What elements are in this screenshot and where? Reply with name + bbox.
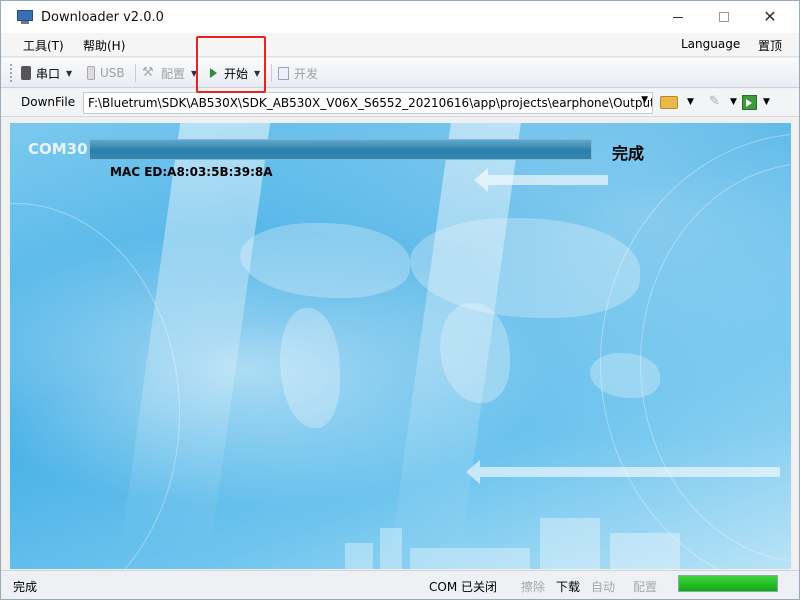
toolbar-grip[interactable] <box>10 64 13 82</box>
maximize-button[interactable] <box>701 1 747 33</box>
arrow-decoration <box>474 168 608 192</box>
minimize-button[interactable] <box>655 1 701 33</box>
menu-help[interactable]: 帮助(H) <box>83 37 125 54</box>
download-progress-fill <box>90 140 591 159</box>
download-status: 完成 <box>612 144 645 163</box>
tile-decoration <box>345 543 373 569</box>
com-port-label: COM30 <box>28 140 88 158</box>
toolbar-separator <box>135 64 136 82</box>
close-button[interactable]: ✕ <box>747 1 793 33</box>
usb-icon <box>87 66 95 80</box>
status-bar: 完成 COM 已关闭 擦除 下载 自动 配置 <box>1 570 799 599</box>
toolbar-separator <box>271 64 272 82</box>
menu-always-on-top[interactable]: 置顶 <box>758 37 782 54</box>
pen-dropdown-icon[interactable]: ▼ <box>730 97 737 107</box>
folder-dropdown-icon[interactable]: ▼ <box>687 97 694 107</box>
arrow-decoration <box>466 460 780 484</box>
menu-tools[interactable]: 工具(T) <box>23 37 64 54</box>
config-button[interactable]: ⚒ 配置 ▼ <box>142 62 197 84</box>
status-progress-bar <box>678 575 778 592</box>
download-file-bar: DownFile F:\Bluetrum\SDK\AB530X\SDK_AB53… <box>1 89 799 117</box>
develop-label: 开发 <box>294 66 319 81</box>
menu-bar: 工具(T) 帮助(H) Language 置顶 <box>1 33 799 57</box>
highlight-annotation <box>196 36 266 93</box>
tools-icon: ⚒ <box>142 65 154 80</box>
download-panel: COM30 完成 MAC ED:A8:03:5B:39:8A <box>10 123 791 569</box>
develop-button[interactable]: 开发 <box>278 62 318 84</box>
export-dropdown-icon[interactable]: ▼ <box>763 97 770 107</box>
folder-icon[interactable] <box>660 96 678 109</box>
export-icon[interactable] <box>742 95 757 110</box>
usb-label: USB <box>100 66 125 80</box>
serial-button[interactable]: 串口 ▼ <box>21 62 72 84</box>
usb-button[interactable]: USB <box>87 62 125 84</box>
map-decoration <box>240 223 410 298</box>
config-label: 配置 <box>161 66 186 81</box>
download-path-combobox[interactable]: F:\Bluetrum\SDK\AB530X\SDK_AB530X_V06X_S… <box>83 92 653 114</box>
statusbar-config-button[interactable]: 配置 <box>633 578 657 595</box>
map-decoration <box>280 308 340 428</box>
com-state: COM 已关闭 <box>429 580 497 594</box>
doc-icon <box>278 66 289 80</box>
maximize-icon <box>719 12 729 22</box>
close-icon: ✕ <box>763 7 777 26</box>
erase-button[interactable]: 擦除 <box>521 578 545 595</box>
download-progress-bar <box>89 139 592 160</box>
window-title: Downloader v2.0.0 <box>41 9 164 25</box>
serial-icon <box>21 66 31 80</box>
status-text: 完成 <box>13 580 38 594</box>
tile-decoration <box>410 548 530 569</box>
minimize-icon <box>673 16 683 18</box>
download-path-value: F:\Bluetrum\SDK\AB530X\SDK_AB530X_V06X_S… <box>88 96 653 110</box>
downfile-label: DownFile <box>21 95 76 109</box>
tile-decoration <box>540 518 600 569</box>
menu-language[interactable]: Language <box>681 37 740 51</box>
status-progress-fill <box>679 576 777 591</box>
app-icon <box>17 10 33 24</box>
pen-icon[interactable]: ✎ <box>709 95 723 109</box>
grid-decoration <box>10 203 180 569</box>
mac-address: MAC ED:A8:03:5B:39:8A <box>110 165 273 179</box>
toolbar: 串口 ▼ USB ⚒ 配置 ▼ 开始 ▼ 开发 <box>1 58 799 88</box>
serial-label: 串口 <box>36 66 61 81</box>
auto-button[interactable]: 自动 <box>591 578 615 595</box>
download-button[interactable]: 下载 <box>556 578 580 595</box>
path-dropdown-icon[interactable]: ▼ <box>641 95 648 105</box>
title-bar: Downloader v2.0.0 ✕ <box>1 1 799 33</box>
tile-decoration <box>610 533 680 569</box>
serial-dropdown-icon[interactable]: ▼ <box>66 69 72 78</box>
downloader-window: Downloader v2.0.0 ✕ 工具(T) 帮助(H) Language… <box>0 0 800 600</box>
tile-decoration <box>380 528 402 569</box>
